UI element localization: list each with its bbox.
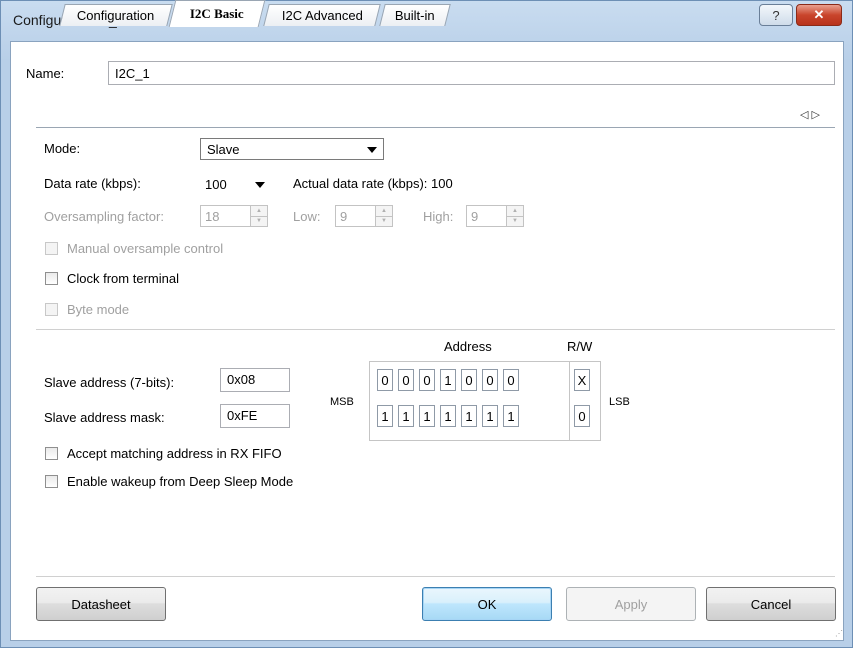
address-bit-6[interactable]: 0 xyxy=(503,369,519,391)
slave-address-value: 0x08 xyxy=(227,372,256,387)
low-value: 9 xyxy=(340,208,348,224)
dialog-window: Configure 'SCB_P4' ? ✕ xyxy=(0,0,853,648)
address-bit-4[interactable]: 0 xyxy=(461,369,477,391)
tab-scroll-left-icon[interactable]: ◁ xyxy=(800,109,811,121)
resize-grip-icon[interactable]: ⋰ xyxy=(835,629,843,638)
slave-address-mask-value: 0xFE xyxy=(227,408,258,423)
tab-i2c-basic-label: I2C Basic xyxy=(189,6,244,21)
footer-divider xyxy=(36,576,835,577)
tab-i2c-advanced[interactable]: I2C Advanced xyxy=(263,4,381,26)
rw-separator xyxy=(569,361,570,441)
spin-down-icon[interactable]: ▼ xyxy=(507,216,523,226)
tab-built-in-label: Built-in xyxy=(395,8,435,23)
tab-scroll-right-icon[interactable]: ▷ xyxy=(811,109,822,121)
mask-bit-2[interactable]: 1 xyxy=(419,405,435,427)
address-bit-2[interactable]: 0 xyxy=(419,369,435,391)
manual-oversample-label: Manual oversample control xyxy=(67,241,224,256)
tab-configuration[interactable]: Configuration xyxy=(59,4,173,26)
slave-address-mask-label: Slave address mask: xyxy=(44,410,165,425)
spin-up-icon[interactable]: ▲ xyxy=(507,206,523,217)
chevron-down-icon xyxy=(255,182,265,188)
low-stepper[interactable]: 9 ▲ ▼ xyxy=(335,205,393,227)
slave-address-mask-input[interactable]: 0xFE xyxy=(220,404,290,428)
spin-down-icon[interactable]: ▼ xyxy=(251,216,267,226)
help-icon: ? xyxy=(772,7,780,23)
slave-address-label: Slave address (7-bits): xyxy=(44,375,175,390)
accept-matching-checkbox[interactable] xyxy=(45,447,58,460)
spin-up-icon[interactable]: ▲ xyxy=(251,206,267,217)
clock-from-terminal-checkbox[interactable] xyxy=(45,272,58,285)
data-rate-label: Data rate (kbps): xyxy=(44,176,141,191)
spin-up-icon[interactable]: ▲ xyxy=(376,206,392,217)
data-rate-value: 100 xyxy=(205,176,227,192)
mask-bit-0[interactable]: 1 xyxy=(377,405,393,427)
accept-matching-label: Accept matching address in RX FIFO xyxy=(67,446,282,461)
address-header: Address xyxy=(444,339,492,354)
lsb-label: LSB xyxy=(609,396,630,408)
close-icon: ✕ xyxy=(813,7,825,22)
oversampling-factor-label: Oversampling factor: xyxy=(44,209,164,224)
msb-label: MSB xyxy=(330,396,354,408)
mask-bit-7[interactable]: 0 xyxy=(574,405,590,427)
mode-label: Mode: xyxy=(44,141,81,156)
oversampling-factor-value: 18 xyxy=(205,208,220,224)
actual-data-rate: Actual data rate (kbps): 100 xyxy=(293,176,453,191)
mode-select[interactable]: Slave xyxy=(200,138,384,160)
high-stepper[interactable]: 9 ▲ ▼ xyxy=(466,205,524,227)
enable-wakeup-label: Enable wakeup from Deep Sleep Mode xyxy=(67,474,294,489)
enable-wakeup-checkbox[interactable] xyxy=(45,475,58,488)
byte-mode-label: Byte mode xyxy=(67,302,130,317)
ok-button[interactable]: OK xyxy=(422,587,552,621)
data-rate-select[interactable]: 100 xyxy=(205,173,267,195)
rw-header: R/W xyxy=(567,339,593,354)
tab-i2c-advanced-label: I2C Advanced xyxy=(281,8,363,23)
address-bit-3[interactable]: 1 xyxy=(440,369,456,391)
name-input[interactable] xyxy=(108,61,835,85)
byte-mode-checkbox[interactable] xyxy=(45,303,58,316)
address-bit-5[interactable]: 0 xyxy=(482,369,498,391)
mask-bit-6[interactable]: 1 xyxy=(503,405,519,427)
name-label: Name: xyxy=(26,66,65,81)
spin-down-icon[interactable]: ▼ xyxy=(376,216,392,226)
datasheet-button[interactable]: Datasheet xyxy=(36,587,166,621)
dialog-client-area xyxy=(10,41,844,641)
chevron-down-icon xyxy=(367,147,377,153)
apply-button-label: Apply xyxy=(614,596,648,612)
manual-oversample-checkbox[interactable] xyxy=(45,242,58,255)
high-value: 9 xyxy=(471,208,479,224)
tab-built-in[interactable]: Built-in xyxy=(379,4,451,26)
mask-bit-3[interactable]: 1 xyxy=(440,405,456,427)
ok-button-label: OK xyxy=(477,596,497,612)
help-button[interactable]: ? xyxy=(759,4,793,26)
low-label: Low: xyxy=(293,209,321,224)
oversampling-factor-stepper[interactable]: 18 ▲ ▼ xyxy=(200,205,268,227)
tab-scroll-arrows: ◁▷ xyxy=(800,108,823,121)
clock-from-terminal-label: Clock from terminal xyxy=(67,271,179,286)
tab-strip-line xyxy=(36,127,835,128)
address-bit-1[interactable]: 0 xyxy=(398,369,414,391)
tab-configuration-label: Configuration xyxy=(77,8,155,23)
cancel-button-label: Cancel xyxy=(750,596,792,612)
address-bit-0[interactable]: 0 xyxy=(377,369,393,391)
apply-button[interactable]: Apply xyxy=(566,587,696,621)
section-divider xyxy=(36,329,835,330)
mask-bit-4[interactable]: 1 xyxy=(461,405,477,427)
mask-bit-1[interactable]: 1 xyxy=(398,405,414,427)
mask-bit-5[interactable]: 1 xyxy=(482,405,498,427)
close-button[interactable]: ✕ xyxy=(796,4,842,26)
slave-address-input[interactable]: 0x08 xyxy=(220,368,290,392)
high-label: High: xyxy=(423,209,454,224)
tab-i2c-basic[interactable]: I2C Basic xyxy=(168,0,266,27)
cancel-button[interactable]: Cancel xyxy=(706,587,836,621)
mode-select-value: Slave xyxy=(207,141,240,157)
address-bit-7[interactable]: X xyxy=(574,369,590,391)
datasheet-button-label: Datasheet xyxy=(71,596,131,612)
